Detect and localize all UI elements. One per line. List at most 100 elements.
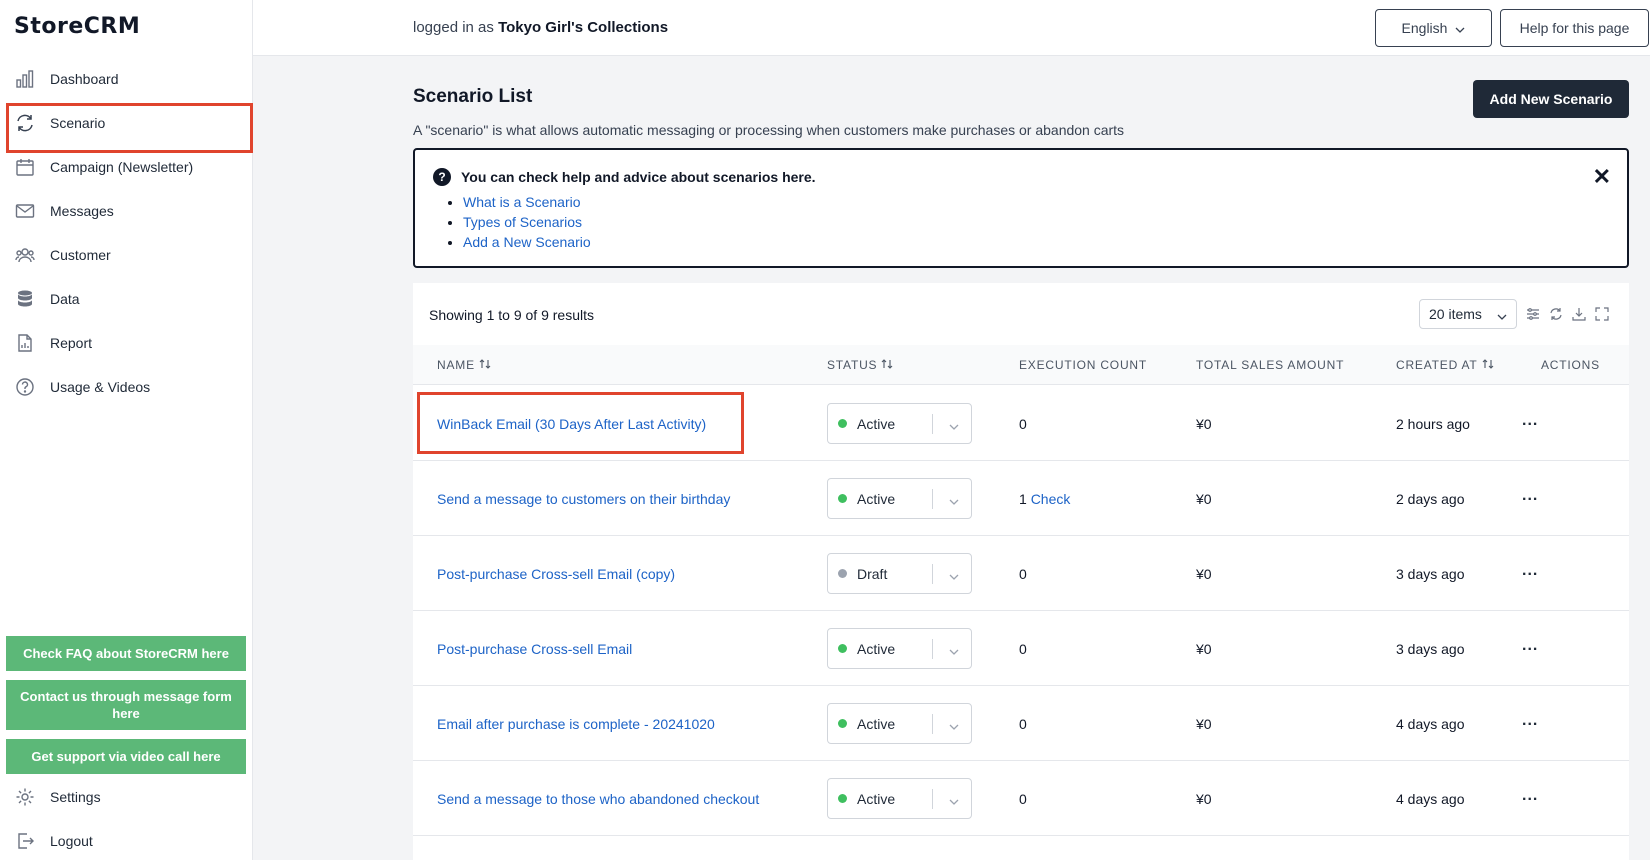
row-actions-menu[interactable]: ... [1522,712,1538,730]
video-call-button[interactable]: Get support via video call here [6,739,246,774]
help-list-item: Types of Scenarios [463,212,591,232]
table-row: Post-purchase Cross-sell Email (copy) Dra… [413,536,1629,611]
chevron-down-icon [949,717,959,733]
sort-icon [881,358,893,372]
total-sales-amount: ¥0 [1196,491,1212,507]
help-title-text: You can check help and advice about scen… [461,169,816,185]
language-label: English [1401,20,1448,36]
created-at: 3 days ago [1396,566,1465,582]
row-actions-menu[interactable]: ... [1522,637,1538,655]
created-at: 4 days ago [1396,716,1465,732]
calendar-icon [14,156,36,178]
scenario-name-link[interactable]: Post-purchase Cross-sell Email [437,641,632,657]
execution-count-value: 0 [1019,716,1027,732]
help-link-what-is[interactable]: What is a Scenario [463,194,581,210]
total-sales-amount: ¥0 [1196,566,1212,582]
sidebar-item-label: Usage & Videos [50,379,151,395]
download-icon[interactable] [1570,305,1588,323]
status-value: Draft [857,565,888,582]
chevron-down-icon [949,567,959,583]
help-link-add[interactable]: Add a New Scenario [463,234,591,250]
status-dot [838,719,847,728]
help-page-button[interactable]: Help for this page [1500,9,1649,47]
scenario-name-link[interactable]: Email after purchase is complete - 20241… [437,716,715,732]
execution-count: 0 [1019,641,1027,657]
sidebar-item-customer[interactable]: Customer [0,233,253,277]
page-size-value: 20 items [1429,306,1482,322]
store-name: Tokyo Girl's Collections [498,19,669,36]
chevron-down-icon [1497,307,1507,323]
page-size-select[interactable]: 20 items [1419,299,1517,329]
row-actions-menu[interactable]: ... [1522,487,1538,505]
sidebar-item-label: Report [50,335,93,351]
divider [932,789,933,809]
logout-icon [14,830,36,852]
status-select[interactable]: Active [827,403,972,444]
column-header-name[interactable]: NAME [437,358,491,372]
total-sales-amount: ¥0 [1196,416,1212,432]
page-title: Scenario List [413,86,533,107]
scenario-name-link[interactable]: Send a message to customers on their bir… [437,491,730,507]
add-new-scenario-button[interactable]: Add New Scenario [1473,80,1629,118]
execution-count-value: 0 [1019,566,1027,582]
column-header-created-at[interactable]: CREATED AT [1396,358,1494,372]
contact-form-button[interactable]: Contact us through message form here [6,680,246,730]
row-actions-menu[interactable]: ... [1522,787,1538,805]
sidebar-item-usage-videos[interactable]: Usage & Videos [0,365,253,409]
execution-count-value: 1 [1019,491,1027,507]
divider [932,414,933,434]
sidebar-item-campaign[interactable]: Campaign (Newsletter) [0,145,253,189]
column-label: ACTIONS [1541,358,1600,372]
table-row: Send a message to those who abandoned ch… [413,761,1629,836]
sidebar-item-label: Scenario [50,115,106,131]
help-box: ? You can check help and advice about sc… [413,148,1629,268]
execution-count-value: 0 [1019,641,1027,657]
sidebar-item-data[interactable]: Data [0,277,253,321]
sidebar-item-dashboard[interactable]: Dashboard [0,57,253,101]
status-select[interactable]: Active [827,628,972,669]
status-dot [838,569,847,578]
chart-bars-icon [14,68,36,90]
status-select[interactable]: Active [827,703,972,744]
help-title: ? You can check help and advice about sc… [433,168,816,186]
faq-button[interactable]: Check FAQ about StoreCRM here [6,636,246,671]
envelope-icon [14,200,36,222]
status-value: Active [857,415,896,432]
total-sales-amount: ¥0 [1196,716,1212,732]
chevron-down-icon [1455,20,1465,36]
divider [932,564,933,584]
status-select[interactable]: Active [827,778,972,819]
execution-count: 0 [1019,716,1027,732]
sidebar-item-scenario[interactable]: Scenario [0,101,253,153]
column-label: NAME [437,358,475,372]
column-header-status[interactable]: STATUS [827,358,893,372]
fullscreen-icon[interactable] [1593,305,1611,323]
created-at: 4 days ago [1396,791,1465,807]
scenario-name-link[interactable]: Send a message to those who abandoned ch… [437,791,759,807]
close-icon[interactable]: ✕ [1593,164,1611,190]
sidebar-item-label: Messages [50,203,114,219]
sidebar-item-settings[interactable]: Settings [0,777,253,817]
row-actions-menu[interactable]: ... [1522,562,1538,580]
sidebar-item-report[interactable]: Report [0,321,253,365]
row-actions-menu[interactable]: ... [1522,412,1538,430]
status-select[interactable]: Active [827,478,972,519]
settings-label: Settings [50,789,101,805]
status-select[interactable]: Draft [827,553,972,594]
sidebar-item-label: Campaign (Newsletter) [50,159,194,175]
help-link-types[interactable]: Types of Scenarios [463,214,582,230]
sidebar-item-label: Customer [50,247,111,263]
created-at: 3 days ago [1396,641,1465,657]
sidebar-item-logout[interactable]: Logout [0,821,253,860]
question-circle-icon: ? [433,168,451,186]
app-logo[interactable]: StoreCRM [14,14,140,39]
sidebar-item-messages[interactable]: Messages [0,189,253,233]
scenario-name-link[interactable]: Post-purchase Cross-sell Email (copy) [437,566,675,582]
refresh-icon[interactable] [1547,305,1565,323]
users-icon [14,244,36,266]
language-select[interactable]: English [1375,9,1492,47]
refresh-icon [14,112,36,134]
filter-settings-icon[interactable] [1524,305,1542,323]
check-link[interactable]: Check [1031,491,1071,507]
topbar: logged in as Tokyo Girl's Collections En… [253,0,1650,56]
